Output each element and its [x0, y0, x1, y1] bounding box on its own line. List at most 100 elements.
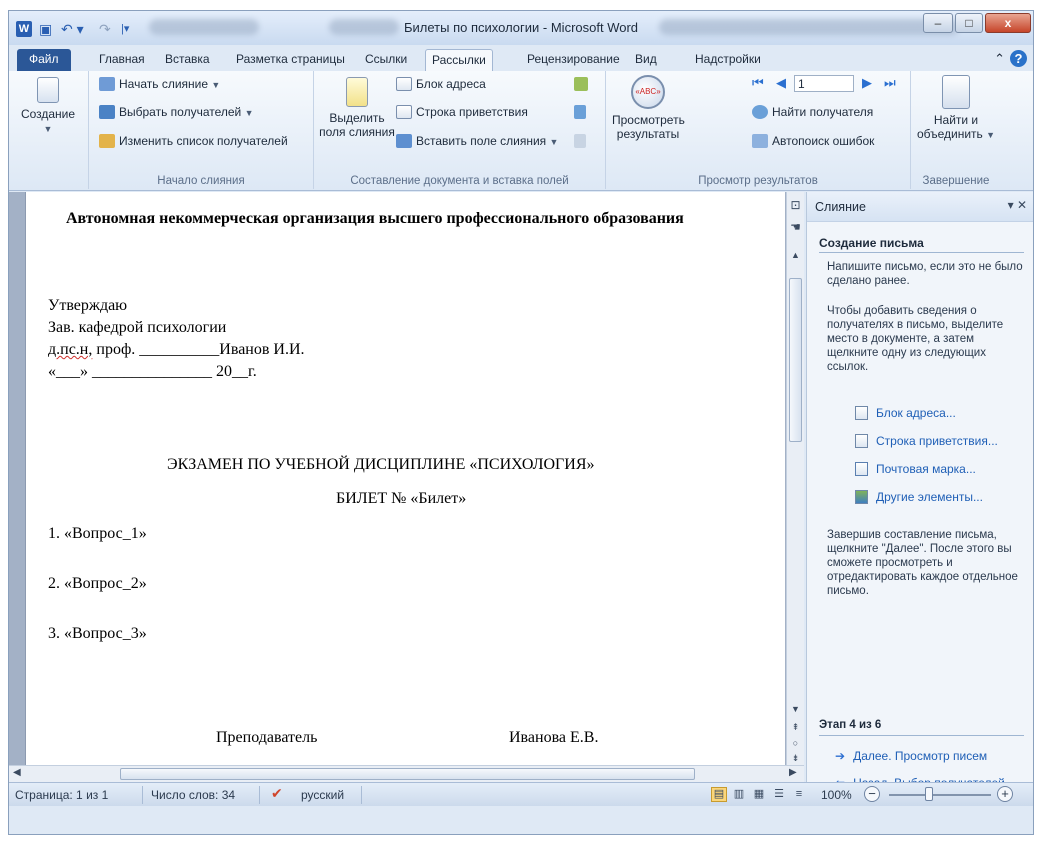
zoom-level[interactable]: 100% [821, 788, 852, 802]
ticket-title: БИЛЕТ № «Билет» [336, 490, 467, 507]
page-count[interactable]: Страница: 1 из 1 [15, 788, 108, 802]
approve-text: Утверждаю [48, 297, 128, 314]
rules-button[interactable] [574, 76, 592, 92]
update-labels-button[interactable] [574, 133, 590, 149]
tab-home[interactable]: Главная [93, 49, 151, 71]
signature-rest: проф. __________Иванов И.И. [92, 341, 305, 358]
word-count[interactable]: Число слов: 34 [151, 788, 235, 802]
scroll-down-icon[interactable]: ▼ [787, 704, 804, 714]
hand-icon[interactable]: ☚ [787, 220, 804, 234]
full-screen-icon[interactable]: ▥ [731, 787, 747, 802]
last-record-icon[interactable]: ⏭ [884, 75, 896, 91]
minimize-ribbon-icon[interactable]: ⌃ [994, 51, 1005, 66]
tab-insert[interactable]: Вставка [159, 49, 216, 71]
language[interactable]: русский [301, 788, 344, 802]
draft-icon[interactable]: ≡ [791, 787, 807, 802]
ruler-toggle-icon[interactable]: ⊡ [787, 198, 804, 212]
pane-instructions-text: Чтобы добавить сведения о получателях в … [827, 305, 1004, 373]
undo-icon[interactable]: ↶ ▾ [61, 20, 84, 38]
pane-menu-icon[interactable]: ▾ [1008, 198, 1014, 212]
next-page-icon[interactable]: ⇟ [787, 753, 804, 764]
scroll-up-icon[interactable]: ▲ [787, 250, 804, 260]
document-area: Автономная некоммерческая организация вы… [9, 192, 804, 765]
minimize-button[interactable]: – [923, 13, 953, 33]
address-block-button[interactable]: Блок адреса [396, 76, 486, 92]
next-step-link[interactable]: ➔ Далее. Просмотр писем [835, 749, 987, 763]
document-page[interactable]: Автономная некоммерческая организация вы… [25, 192, 785, 765]
finish-label-1: Найти и [933, 113, 979, 127]
start-merge-button[interactable]: Начать слияние ▼ [99, 76, 220, 93]
scroll-right-icon[interactable]: ▶ [789, 767, 797, 778]
match-fields-button[interactable] [574, 104, 590, 120]
scroll-left-icon[interactable]: ◀ [13, 767, 21, 778]
select-recipients-button[interactable]: Выбрать получателей ▼ [99, 104, 254, 121]
zoom-slider[interactable] [889, 794, 991, 796]
tab-review[interactable]: Рецензирование [521, 49, 626, 71]
outline-icon[interactable]: ☰ [771, 787, 787, 802]
start-merge-label: Начать слияние [119, 77, 209, 91]
link-postage[interactable]: Почтовая марка... [855, 462, 976, 476]
pane-close-icon[interactable]: ✕ [1017, 198, 1027, 212]
find-recipient-button[interactable]: Найти получателя [752, 104, 873, 120]
prev-record-icon[interactable]: ◀ [776, 75, 786, 91]
tab-addins[interactable]: Надстройки [689, 49, 767, 71]
customize-toolbar-icon[interactable]: |▾ [121, 20, 129, 38]
group-label: Составление документа и вставка полей [350, 175, 569, 187]
help-icon[interactable]: ? [1010, 50, 1027, 67]
preview-results-button[interactable]: «ABC» Просмотреть результаты [612, 75, 685, 141]
blurred-region [329, 19, 399, 35]
tab-mailings[interactable]: Рассылки [425, 49, 493, 71]
pane-controls: ▾ ✕ [1008, 198, 1027, 212]
horizontal-scroll-thumb[interactable] [120, 768, 695, 780]
tab-view[interactable]: Вид [629, 49, 663, 71]
next-record-icon[interactable]: ▶ [862, 75, 872, 91]
address-block-icon [396, 77, 412, 91]
zoom-in-icon[interactable]: + [997, 786, 1013, 802]
group-label: Начало слияния [157, 175, 245, 187]
tab-page-layout[interactable]: Разметка страницы [230, 49, 351, 71]
greeting-line-button[interactable]: Строка приветствия [396, 104, 528, 120]
redo-icon[interactable]: ↷ [99, 20, 111, 38]
create-button[interactable]: Создание ▼ [13, 77, 83, 136]
edit-recipient-list-button[interactable]: Изменить список получателей [99, 133, 288, 149]
vertical-scroll-thumb[interactable] [789, 278, 802, 442]
print-layout-icon[interactable]: ▤ [711, 787, 727, 802]
insert-merge-field-button[interactable]: Вставить поле слияния ▼ [396, 133, 558, 150]
link-more-items[interactable]: Другие элементы... [855, 490, 983, 504]
blurred-region [659, 19, 959, 35]
more-items-icon [855, 490, 868, 504]
group-label: Просмотр результатов [698, 175, 818, 187]
finish-merge-icon [942, 75, 970, 109]
tab-references[interactable]: Ссылки [359, 49, 413, 71]
find-recipient-icon [752, 105, 768, 119]
first-record-icon[interactable]: ⏮ [752, 75, 764, 91]
word-app-icon[interactable]: W [16, 21, 32, 37]
browse-object-icon[interactable]: ○ [787, 738, 804, 748]
group-start-merge: Начать слияние ▼ Выбрать получателей ▼ И… [89, 71, 314, 189]
tab-file[interactable]: Файл [17, 49, 71, 71]
zoom-slider-knob[interactable] [925, 787, 933, 801]
web-layout-icon[interactable]: ▦ [751, 787, 767, 802]
record-number-input[interactable]: 1 [794, 75, 854, 92]
teacher-label: Преподаватель [216, 729, 318, 746]
select-recipients-label: Выбрать получателей [119, 105, 242, 119]
maximize-button[interactable]: □ [955, 13, 983, 33]
prev-page-icon[interactable]: ⇞ [787, 722, 804, 733]
link-greeting-line-label: Строка приветствия... [876, 434, 998, 448]
auto-check-errors-button[interactable]: Автопоиск ошибок [752, 133, 874, 149]
finish-merge-button[interactable]: Найти и объединить ▼ [915, 75, 997, 142]
proofing-icon[interactable]: ✔ [271, 785, 283, 802]
pane-finish-text: Завершив составление письма, щелкните "Д… [827, 529, 1018, 597]
link-greeting-line[interactable]: Строка приветствия... [855, 434, 998, 448]
zoom-out-icon[interactable]: − [864, 786, 880, 802]
close-button[interactable]: x [985, 13, 1031, 33]
link-address-block[interactable]: Блок адреса... [855, 406, 956, 420]
group-preview: «ABC» Просмотреть результаты ⏮ ◀ 1 ▶ ⏭ На… [606, 71, 911, 189]
horizontal-scrollbar[interactable]: ◀ ▶ [9, 765, 804, 782]
link-postage-label: Почтовая марка... [876, 462, 976, 476]
preview-label-2: результаты [616, 127, 680, 141]
save-icon[interactable]: ▣ [39, 20, 52, 38]
vertical-scrollbar[interactable]: ⊡ ☚ ▲ ▼ ⇞ ○ ⇟ [786, 192, 804, 765]
date-line: «___» _______________ 20__г. [48, 363, 257, 380]
highlight-fields-button[interactable]: Выделить поля слияния [318, 77, 396, 139]
